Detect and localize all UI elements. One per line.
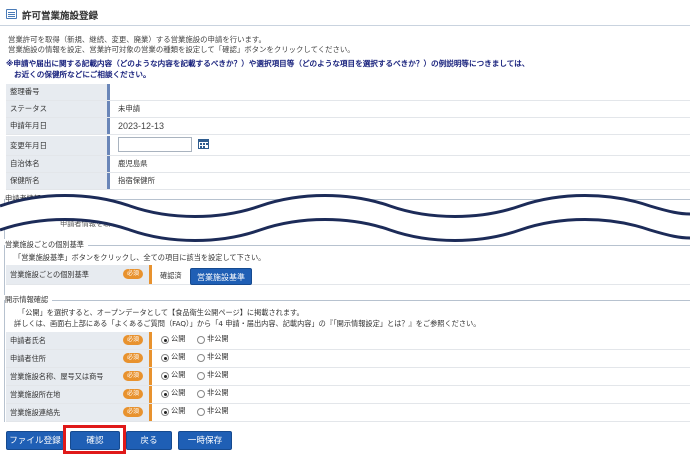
health-center-value: 指宿保健所 [118,176,155,185]
kijun-row-label: 営業施設ごとの個別基準 必須 [6,265,152,284]
public-label: 公開 [171,388,186,397]
disclosure-label: 営業施設連絡先 必須 [6,404,152,421]
private-label: 非公開 [207,388,229,397]
confirm-highlight-box [63,425,126,454]
public-label: 公開 [171,334,186,343]
info-row-status: ステータス 未申請 [6,101,690,118]
form-icon [6,9,17,19]
notice-line-2: お近くの保健所などにご相談ください。 [14,70,151,79]
public-radio[interactable] [161,354,169,362]
page-title: 許可営業施設登録 [22,11,99,22]
kijun-legend: 営業施設ごとの個別基準 [5,240,88,250]
kijun-status: 確認済 [160,271,182,280]
change-date-input[interactable] [118,137,192,152]
back-button[interactable]: 戻る [126,431,172,450]
kijun-row: 営業施設ごとの個別基準 必須 [6,265,690,285]
private-radio[interactable] [197,336,205,344]
application-date-value: 2023-12-13 [118,121,165,131]
disclosure-note-1: 「公開」を選択すると、オープンデータとして【食品衛生公開ページ】に掲載されます。 [18,308,304,317]
private-radio[interactable] [197,390,205,398]
info-label: 申請年月日 [6,118,110,134]
private-label: 非公開 [207,406,229,415]
required-badge: 必須 [123,335,143,345]
disclosure-label: 申請者住所 必須 [6,350,152,367]
info-label: 保健所名 [6,173,110,189]
notice-line-1: ※申請や届出に関する記載内容（どのような内容を記載するべきか？）や選択項目等（ど… [6,59,530,68]
disclosure-label: 営業施設名称、屋号又は商号 必須 [6,368,152,385]
temp-save-button[interactable]: 一時保存 [178,431,232,450]
info-row-change-date: 変更年月日 [6,136,690,156]
calendar-icon[interactable] [198,139,209,149]
public-radio[interactable] [161,372,169,380]
public-radio[interactable] [161,390,169,398]
disclosure-row-facility-location: 営業施設所在地 必須 公開 非公開 [6,386,690,404]
disclosure-label: 営業施設所在地 必須 [6,386,152,403]
required-badge: 必須 [123,389,143,399]
page-header: 許可営業施設登録 [0,0,690,26]
description-line-2: 営業施設の情報を設定、営業許可対象の営業の種類を設定して「確認」ボタンをクリック… [8,45,355,54]
public-radio[interactable] [161,408,169,416]
info-label: ステータス [6,101,110,117]
info-row-health-center: 保健所名 指宿保健所 [6,173,690,190]
disclosure-label-text: 営業施設所在地 [10,390,61,399]
info-label: 整理番号 [6,84,110,100]
disclosure-row-applicant-name: 申請者氏名 必須 公開 非公開 [6,332,690,350]
disclosure-row-facility-contact: 営業施設連絡先 必須 公開 非公開 [6,404,690,422]
public-label: 公開 [171,352,186,361]
disclosure-label-text: 申請者氏名 [10,336,46,345]
info-row-municipality: 自治体名 鹿児島県 [6,156,690,173]
public-label: 公開 [171,370,186,379]
private-radio[interactable] [197,354,205,362]
public-label: 公開 [171,406,186,415]
disclosure-label-text: 申請者住所 [10,354,46,363]
private-radio[interactable] [197,408,205,416]
required-badge: 必須 [123,371,143,381]
status-value: 未申請 [118,104,141,113]
kijun-note: 「営業施設基準」ボタンをクリックし、全ての項目に該当を設定して下さい。 [14,253,266,262]
private-label: 非公開 [207,352,229,361]
disclosure-row-facility-name: 営業施設名称、屋号又は商号 必須 公開 非公開 [6,368,690,386]
kijun-button[interactable]: 営業施設基準 [190,268,252,285]
required-badge: 必須 [123,353,143,363]
info-label: 自治体名 [6,156,110,172]
content-cut-wave [0,194,690,242]
info-row-application-date: 申請年月日 2023-12-13 [6,118,690,135]
disclosure-label-text: 営業施設連絡先 [10,408,61,417]
private-label: 非公開 [207,334,229,343]
disclosure-legend: 開示情報確認 [5,295,53,305]
municipality-value: 鹿児島県 [118,159,148,168]
required-badge: 必須 [123,269,143,279]
required-badge: 必須 [123,407,143,417]
file-register-button[interactable]: ファイル登録 [6,431,64,450]
public-radio[interactable] [161,336,169,344]
disclosure-note-2: 詳しくは、画面右上部にある「よくあるご質問（FAQ）」から「4 申請・届出内容、… [14,319,481,328]
info-label: 変更年月日 [6,136,110,155]
disclosure-label-text: 営業施設名称、屋号又は商号 [10,372,104,381]
private-label: 非公開 [207,370,229,379]
disclosure-row-applicant-address: 申請者住所 必須 公開 非公開 [6,350,690,368]
info-row-seiri: 整理番号 [6,84,690,101]
disclosure-label: 申請者氏名 必須 [6,332,152,349]
private-radio[interactable] [197,372,205,380]
kijun-label-text: 営業施設ごとの個別基準 [10,270,89,279]
